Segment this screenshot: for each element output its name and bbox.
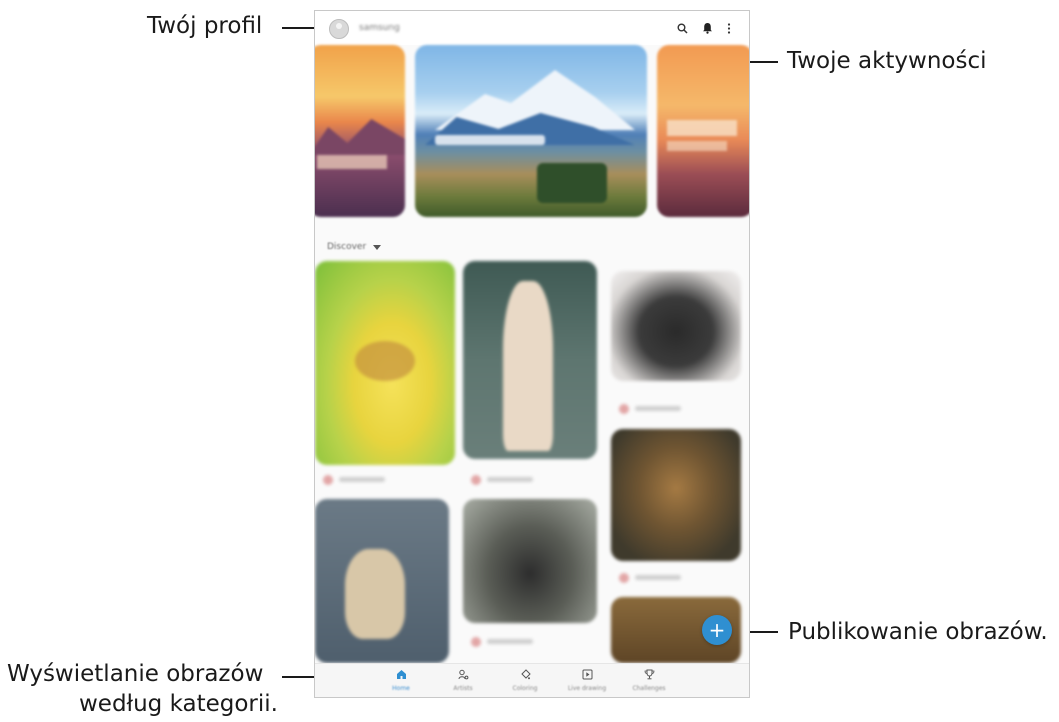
- callout-categories-line2: według kategorii.: [79, 691, 278, 717]
- nav-item-coloring[interactable]: Coloring: [495, 664, 555, 697]
- profile-avatar[interactable]: [329, 19, 349, 39]
- feed-image[interactable]: [463, 499, 597, 623]
- feed-item-meta: [619, 402, 739, 416]
- callout-activity: Twoje aktywności: [787, 48, 987, 74]
- chevron-down-icon[interactable]: [373, 245, 381, 250]
- nav-label: Live drawing: [567, 685, 607, 692]
- feed-item-meta: [471, 635, 591, 649]
- search-button[interactable]: [673, 19, 691, 37]
- nav-item-live-drawing[interactable]: Live drawing: [557, 664, 617, 697]
- featured-card[interactable]: [415, 45, 647, 217]
- feed-image[interactable]: [315, 261, 455, 465]
- more-options-button[interactable]: [720, 19, 738, 37]
- feed-item-meta: [619, 571, 739, 585]
- nav-label: Home: [392, 685, 410, 692]
- bottom-navigation: Home Artists Coloring Live drawing Chall…: [315, 663, 749, 697]
- feed-item-meta: [471, 473, 591, 487]
- search-icon: [677, 23, 688, 34]
- more-vertical-icon: [727, 22, 731, 34]
- feed-image[interactable]: [463, 261, 597, 459]
- feed-image[interactable]: [611, 429, 741, 561]
- featured-card[interactable]: [657, 45, 749, 217]
- category-dropdown-label[interactable]: Discover: [327, 242, 366, 252]
- artists-icon: [458, 669, 468, 680]
- callout-publish: Publikowanie obrazów.: [788, 619, 1048, 645]
- profile-username[interactable]: samsung: [359, 23, 400, 33]
- featured-carousel[interactable]: [315, 45, 749, 223]
- callout-profile: Twój profil: [147, 13, 263, 39]
- nav-item-artists[interactable]: Artists: [433, 664, 493, 697]
- live-drawing-icon: [582, 669, 592, 680]
- nav-label: Artists: [453, 685, 473, 692]
- coloring-icon: [520, 669, 531, 680]
- nav-item-challenges[interactable]: Challenges: [619, 664, 679, 697]
- feed-image[interactable]: [611, 271, 741, 381]
- callout-categories-line1: Wyświetlanie obrazów: [7, 661, 264, 687]
- trophy-icon: [644, 669, 654, 680]
- bell-icon: [702, 23, 712, 34]
- feed-image[interactable]: [315, 499, 449, 663]
- nav-label: Challenges: [632, 685, 666, 692]
- featured-card[interactable]: [315, 45, 405, 217]
- app-screen: samsung Discover + Home Artists Coloring…: [314, 10, 750, 698]
- activity-button[interactable]: [698, 19, 716, 37]
- home-icon: [396, 670, 406, 679]
- nav-item-home[interactable]: Home: [371, 664, 431, 697]
- nav-label: Coloring: [512, 685, 538, 692]
- publish-image-button[interactable]: +: [702, 615, 732, 645]
- feed-item-meta: [323, 473, 443, 487]
- app-bar: samsung: [315, 11, 749, 45]
